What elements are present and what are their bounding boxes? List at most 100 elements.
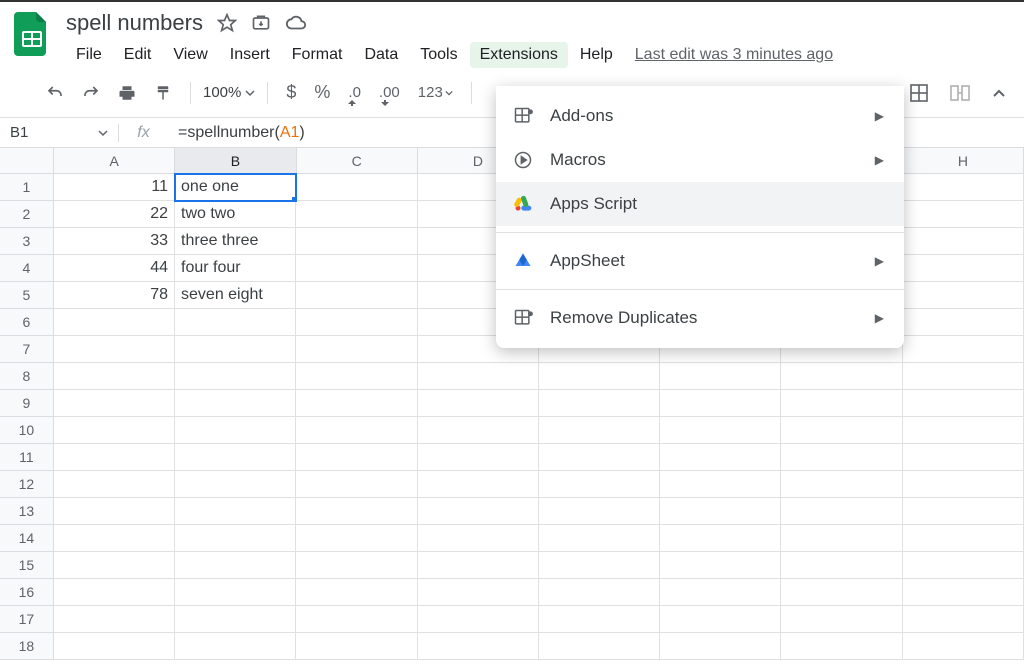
undo-button[interactable] [40, 80, 70, 106]
row-header[interactable]: 14 [0, 525, 54, 552]
row-header[interactable]: 17 [0, 606, 54, 633]
cell-B15[interactable] [175, 552, 296, 579]
cell-A6[interactable] [54, 309, 175, 336]
menu-insert[interactable]: Insert [220, 42, 280, 68]
row-header[interactable]: 7 [0, 336, 54, 363]
cell-G10[interactable] [781, 417, 902, 444]
cell-H12[interactable] [903, 471, 1024, 498]
cell-B4[interactable]: four four [175, 255, 296, 282]
cell-A8[interactable] [54, 363, 175, 390]
cell-C15[interactable] [296, 552, 417, 579]
cloud-status-icon[interactable] [285, 13, 307, 33]
move-icon[interactable] [251, 13, 271, 33]
cell-A11[interactable] [54, 444, 175, 471]
cell-A15[interactable] [54, 552, 175, 579]
cell-G8[interactable] [781, 363, 902, 390]
cell-A4[interactable]: 44 [54, 255, 175, 282]
merge-button[interactable] [944, 80, 976, 106]
row-header[interactable]: 3 [0, 228, 54, 255]
cell-D14[interactable] [418, 525, 539, 552]
chevron-up-icon[interactable] [986, 80, 1012, 106]
cell-B11[interactable] [175, 444, 296, 471]
ext-menu-addons[interactable]: Add-ons▶ [496, 94, 904, 138]
row-header[interactable]: 6 [0, 309, 54, 336]
menu-data[interactable]: Data [354, 42, 408, 68]
cell-D16[interactable] [418, 579, 539, 606]
cell-A7[interactable] [54, 336, 175, 363]
more-formats-button[interactable]: 123 [412, 80, 459, 105]
cell-G12[interactable] [781, 471, 902, 498]
cell-F15[interactable] [660, 552, 781, 579]
row-header[interactable]: 5 [0, 282, 54, 309]
cell-C7[interactable] [296, 336, 417, 363]
cell-B18[interactable] [175, 633, 296, 660]
cell-C1[interactable] [296, 174, 417, 201]
cell-C9[interactable] [296, 390, 417, 417]
cell-C14[interactable] [296, 525, 417, 552]
cell-H16[interactable] [903, 579, 1024, 606]
cell-H14[interactable] [903, 525, 1024, 552]
cell-D17[interactable] [418, 606, 539, 633]
cell-C12[interactable] [296, 471, 417, 498]
cell-G17[interactable] [781, 606, 902, 633]
zoom-select[interactable]: 100% [203, 84, 255, 101]
cell-H11[interactable] [903, 444, 1024, 471]
cell-D18[interactable] [418, 633, 539, 660]
sheets-logo[interactable] [12, 10, 52, 58]
cell-A12[interactable] [54, 471, 175, 498]
row-header[interactable]: 11 [0, 444, 54, 471]
menu-tools[interactable]: Tools [410, 42, 467, 68]
cell-F11[interactable] [660, 444, 781, 471]
doc-title[interactable]: spell numbers [66, 10, 203, 36]
cell-D15[interactable] [418, 552, 539, 579]
cell-B12[interactable] [175, 471, 296, 498]
cell-G14[interactable] [781, 525, 902, 552]
cell-C3[interactable] [296, 228, 417, 255]
cell-H1[interactable] [903, 174, 1024, 201]
cell-G11[interactable] [781, 444, 902, 471]
cell-C4[interactable] [296, 255, 417, 282]
cell-D8[interactable] [418, 363, 539, 390]
cell-H18[interactable] [903, 633, 1024, 660]
cell-E13[interactable] [539, 498, 660, 525]
cell-B17[interactable] [175, 606, 296, 633]
cell-F8[interactable] [660, 363, 781, 390]
row-header[interactable]: 12 [0, 471, 54, 498]
menu-view[interactable]: View [163, 42, 217, 68]
star-icon[interactable] [217, 13, 237, 33]
selection-handle[interactable] [292, 197, 296, 201]
cell-D12[interactable] [418, 471, 539, 498]
row-header[interactable]: 4 [0, 255, 54, 282]
cell-F18[interactable] [660, 633, 781, 660]
row-header[interactable]: 15 [0, 552, 54, 579]
cell-A18[interactable] [54, 633, 175, 660]
col-header-B[interactable]: B [175, 148, 296, 174]
menu-format[interactable]: Format [282, 42, 353, 68]
cell-C8[interactable] [296, 363, 417, 390]
cell-C2[interactable] [296, 201, 417, 228]
row-header[interactable]: 8 [0, 363, 54, 390]
cell-H4[interactable] [903, 255, 1024, 282]
name-box[interactable]: B1 [0, 124, 118, 141]
row-header[interactable]: 2 [0, 201, 54, 228]
cell-E14[interactable] [539, 525, 660, 552]
paint-format-button[interactable] [148, 80, 178, 106]
cell-C5[interactable] [296, 282, 417, 309]
cell-C11[interactable] [296, 444, 417, 471]
cell-A16[interactable] [54, 579, 175, 606]
cell-E15[interactable] [539, 552, 660, 579]
cell-H10[interactable] [903, 417, 1024, 444]
last-edit-link[interactable]: Last edit was 3 minutes ago [635, 46, 833, 64]
cell-E11[interactable] [539, 444, 660, 471]
cell-E10[interactable] [539, 417, 660, 444]
cell-F13[interactable] [660, 498, 781, 525]
cell-H17[interactable] [903, 606, 1024, 633]
cell-B6[interactable] [175, 309, 296, 336]
cell-B5[interactable]: seven eight [175, 282, 296, 309]
cell-H15[interactable] [903, 552, 1024, 579]
cell-G16[interactable] [781, 579, 902, 606]
row-header[interactable]: 9 [0, 390, 54, 417]
cell-D9[interactable] [418, 390, 539, 417]
cell-H6[interactable] [903, 309, 1024, 336]
cell-A1[interactable]: 11 [54, 174, 175, 201]
